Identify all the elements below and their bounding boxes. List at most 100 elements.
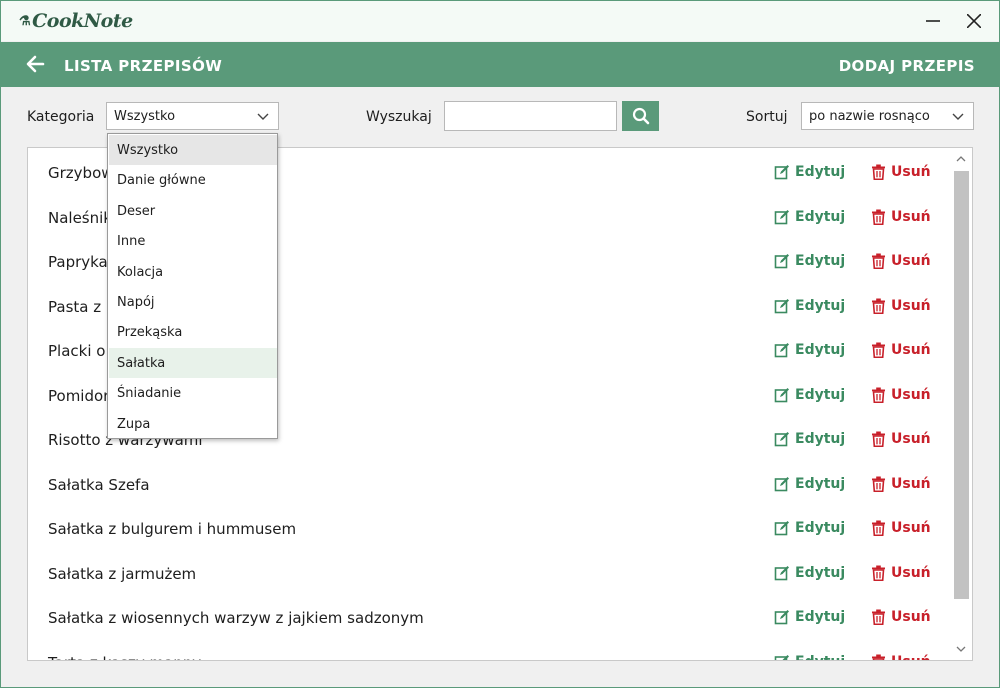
recipe-name: Sałatka z bulgurem i hummusem	[48, 520, 297, 538]
delete-button[interactable]: Usuń	[871, 342, 931, 358]
delete-button[interactable]: Usuń	[871, 431, 931, 447]
search-label: Wyszukaj	[366, 109, 432, 125]
delete-button[interactable]: Usuń	[871, 253, 931, 269]
delete-button[interactable]: Usuń	[871, 387, 931, 403]
edit-button[interactable]: Edytuj	[774, 476, 845, 492]
delete-label: Usuń	[891, 297, 931, 314]
delete-label: Usuń	[891, 609, 931, 625]
minimize-icon	[926, 20, 940, 22]
edit-button[interactable]: Edytuj	[774, 298, 845, 314]
edit-icon	[774, 254, 789, 269]
edit-button[interactable]: Edytuj	[774, 654, 845, 661]
edit-button[interactable]: Edytuj	[774, 164, 845, 180]
delete-button[interactable]: Usuń	[871, 209, 931, 225]
logo-icon: ⚗	[19, 14, 31, 29]
delete-label: Usuń	[891, 164, 931, 180]
add-recipe-button[interactable]: DODAJ PRZEPIS	[839, 57, 975, 75]
recipe-name: Pasta z	[48, 297, 102, 316]
delete-button[interactable]: Usuń	[871, 476, 931, 492]
dropdown-option[interactable]: Danie główne	[109, 165, 277, 195]
edit-icon	[774, 165, 789, 180]
minimize-button[interactable]	[918, 7, 948, 35]
dropdown-option[interactable]: Napój	[109, 287, 277, 317]
scroll-down-button[interactable]	[954, 642, 968, 656]
edit-button[interactable]: Edytuj	[774, 520, 845, 536]
edit-button[interactable]: Edytuj	[774, 431, 845, 447]
edit-label: Edytuj	[795, 164, 846, 180]
delete-label: Usuń	[891, 253, 931, 269]
back-button[interactable]	[23, 52, 49, 78]
recipe-name: Sałatka Szefa	[48, 475, 150, 494]
scroll-thumb[interactable]	[954, 171, 969, 599]
dropdown-option[interactable]: Przekąska	[109, 317, 277, 347]
delete-button[interactable]: Usuń	[871, 164, 931, 180]
page-title: LISTA PRZEPISÓW	[64, 57, 223, 75]
search-button[interactable]	[622, 101, 659, 131]
recipe-row[interactable]: Tarta z kaszy manny Edytuj Usuń	[28, 640, 948, 661]
edit-button[interactable]: Edytuj	[774, 209, 845, 225]
recipe-name: Papryka	[48, 253, 108, 271]
edit-button[interactable]: Edytuj	[774, 609, 845, 625]
trash-icon	[872, 431, 885, 447]
search-icon	[632, 107, 649, 125]
delete-button[interactable]: Usuń	[871, 609, 931, 625]
edit-button[interactable]: Edytuj	[774, 253, 845, 269]
recipe-name: Placki o	[48, 342, 106, 360]
sort-label: Sortuj	[746, 109, 788, 125]
chevron-down-icon	[257, 113, 269, 120]
vertical-scrollbar[interactable]	[950, 148, 972, 660]
search-input[interactable]	[444, 101, 617, 131]
edit-label: Edytuj	[795, 297, 846, 314]
edit-icon	[774, 343, 789, 358]
trash-icon	[872, 520, 885, 536]
trash-icon	[872, 298, 885, 314]
delete-button[interactable]: Usuń	[871, 565, 931, 581]
edit-icon	[774, 654, 789, 660]
scroll-up-button[interactable]	[954, 152, 968, 166]
delete-button[interactable]: Usuń	[871, 298, 931, 314]
trash-icon	[872, 654, 885, 660]
dropdown-option[interactable]: Deser	[109, 196, 277, 226]
dropdown-option[interactable]: Kolacja	[109, 257, 277, 287]
edit-icon	[774, 209, 789, 224]
dropdown-option[interactable]: Zupa	[109, 409, 277, 439]
category-select[interactable]: Wszystko	[106, 102, 279, 130]
recipe-row[interactable]: Sałatka z wiosennych warzyw z jajkiem sa…	[28, 595, 948, 639]
category-dropdown: Wszystko Danie główne Deser Inne Kolacja Napó…	[107, 133, 278, 439]
dropdown-option[interactable]: Wszystko	[109, 135, 277, 165]
edit-button[interactable]: Edytuj	[774, 387, 845, 403]
edit-button[interactable]: Edytuj	[774, 565, 845, 581]
trash-icon	[872, 164, 885, 180]
edit-label: Edytuj	[795, 475, 846, 492]
recipe-row[interactable]: Sałatka z bulgurem i hummusem Edytuj Usuń	[28, 506, 948, 550]
close-button[interactable]	[959, 7, 989, 35]
edit-icon	[774, 521, 789, 536]
delete-button[interactable]: Usuń	[871, 654, 931, 661]
arrow-left-icon	[26, 55, 45, 73]
recipe-row[interactable]: Sałatka z jarmużem Edytuj Usuń	[28, 551, 948, 595]
edit-button[interactable]: Edytuj	[774, 342, 845, 358]
delete-label: Usuń	[891, 342, 931, 358]
edit-label: Edytuj	[795, 431, 846, 447]
trash-icon	[872, 253, 885, 269]
edit-label: Edytuj	[795, 520, 846, 536]
trash-icon	[872, 209, 885, 225]
app-logo: ⚗ CookNote	[19, 10, 133, 32]
delete-label: Usuń	[891, 654, 931, 661]
delete-label: Usuń	[891, 208, 931, 225]
category-label: Kategoria	[27, 109, 95, 125]
trash-icon	[872, 387, 885, 403]
delete-label: Usuń	[891, 386, 931, 403]
dropdown-option[interactable]: Inne	[109, 226, 277, 256]
edit-label: Edytuj	[795, 654, 845, 661]
sort-select[interactable]: po nazwie rosnąco	[801, 102, 974, 130]
trash-icon	[872, 476, 885, 492]
edit-label: Edytuj	[795, 342, 846, 358]
recipe-name: Sałatka z wiosennych warzyw z jajkiem sa…	[48, 609, 424, 627]
category-select-value: Wszystko	[114, 109, 176, 124]
recipe-row[interactable]: Sałatka Szefa Edytuj Usuń	[28, 462, 948, 506]
trash-icon	[872, 342, 885, 358]
dropdown-option[interactable]: Śniadanie	[109, 378, 277, 408]
delete-button[interactable]: Usuń	[871, 520, 931, 536]
dropdown-option[interactable]: Sałatka	[109, 347, 277, 378]
